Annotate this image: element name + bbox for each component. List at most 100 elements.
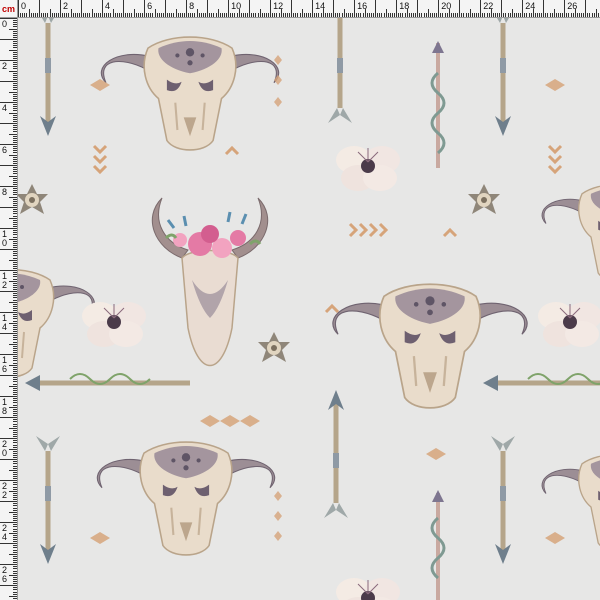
ruler-tick [167,13,169,17]
ruler-tick [13,146,17,148]
ruler-tick [425,13,427,17]
ruler-tick [13,62,17,64]
ruler-tick [22,13,24,17]
ruler-tick [501,0,503,17]
ruler-tick [13,118,17,120]
ruler-tick [125,13,127,17]
ruler-tick [13,539,17,541]
ruler-label: 1 8 [2,397,8,417]
ruler-tick [13,89,17,91]
ruler-tick [0,501,17,503]
ruler-tick [509,13,511,17]
ruler-tick [13,95,17,97]
ruler-tick [13,358,17,360]
ruler-tick [213,13,215,17]
ruler-tick [505,13,507,17]
ruler-tick [265,13,267,17]
ruler-tick [13,457,17,459]
ruler-label: 0 [21,1,27,11]
ruler-tick [278,13,280,17]
ruler-tick [305,13,307,17]
ruler-tick [333,0,335,17]
ruler-tick [360,13,362,17]
ruler-tick [131,13,133,17]
ruler-tick [211,13,213,17]
ruler-tick [13,419,17,421]
ruler-tick [9,91,17,93]
ruler-tick [247,13,249,17]
ruler-tick [547,13,549,17]
ruler-label: 1 2 [2,271,8,291]
ruler-tick [13,339,17,341]
ruler-tick [408,13,410,17]
ruler-tick [83,13,85,17]
ruler-label: 22 [483,1,494,11]
diamond [240,415,260,427]
ruler-tick [215,13,217,17]
ruler-tick [13,45,17,47]
diamond [90,532,110,544]
ruler-tick [13,74,17,76]
floral-crown-skull [151,197,269,367]
horizontal-ruler: 0 2 4 6 8 10 12 14 16 18 20 22 24 26 [18,0,600,18]
ruler-tick [471,13,473,17]
ruler-tick [13,576,17,578]
ruler-tick [13,497,17,499]
ruler-tick [299,13,301,17]
ruler-tick [13,341,17,343]
ruler-tick [13,223,17,225]
ruler-tick [13,415,17,417]
ruler-tick [18,0,19,17]
ruler-tick [255,13,257,17]
boho-skull-pattern [18,18,600,600]
ruler-tick [13,471,17,473]
ruler-tick [13,478,17,480]
ruler-tick [13,408,17,410]
ruler-tick [13,381,17,383]
ruler-tick [13,284,17,286]
ruler-tick [13,190,17,192]
ruler-tick [32,13,34,17]
ruler-tick [91,9,93,17]
ruler-tick [158,13,160,17]
ruler-tick [9,133,17,135]
ruler-tick [202,13,204,17]
ruler-tick [515,13,517,17]
ruler-tick [154,9,156,17]
chevron [348,222,358,238]
fabric-print-preview [18,18,600,600]
ruler-tick [270,0,272,17]
bull-skull-edge-right-top [541,183,600,283]
ruler-tick [13,162,17,164]
ruler-tick [13,547,17,549]
ruler-tick [282,13,284,17]
ruler-tick [343,9,345,17]
ruler-tick [13,36,17,38]
ruler-tick [253,13,255,17]
ruler-tick [13,204,17,206]
ruler-tick [307,13,309,17]
ruler-tick [507,13,509,17]
arrow-vertical [36,18,60,136]
ruler-label: 1 6 [2,355,8,375]
ruler-tick [13,444,17,446]
ruler-tick [64,13,66,17]
ruler-tick [13,30,17,32]
chevron [92,154,108,164]
ruler-tick [181,13,183,17]
ruler-tick [467,13,469,17]
ruler-tick [436,13,438,17]
ruler-tick [13,368,17,370]
ruler-tick [53,13,55,17]
ruler-tick [549,13,551,17]
ruler-tick [476,13,478,17]
flower [537,301,600,348]
ruler-tick [494,13,496,17]
ruler-tick [595,9,597,17]
ruler-label: 2 [63,1,69,11]
ruler-tick [13,526,17,528]
ruler-tick [13,335,17,337]
ruler-tick [423,13,425,17]
ruler-tick [85,13,87,17]
ruler-tick [9,280,17,282]
